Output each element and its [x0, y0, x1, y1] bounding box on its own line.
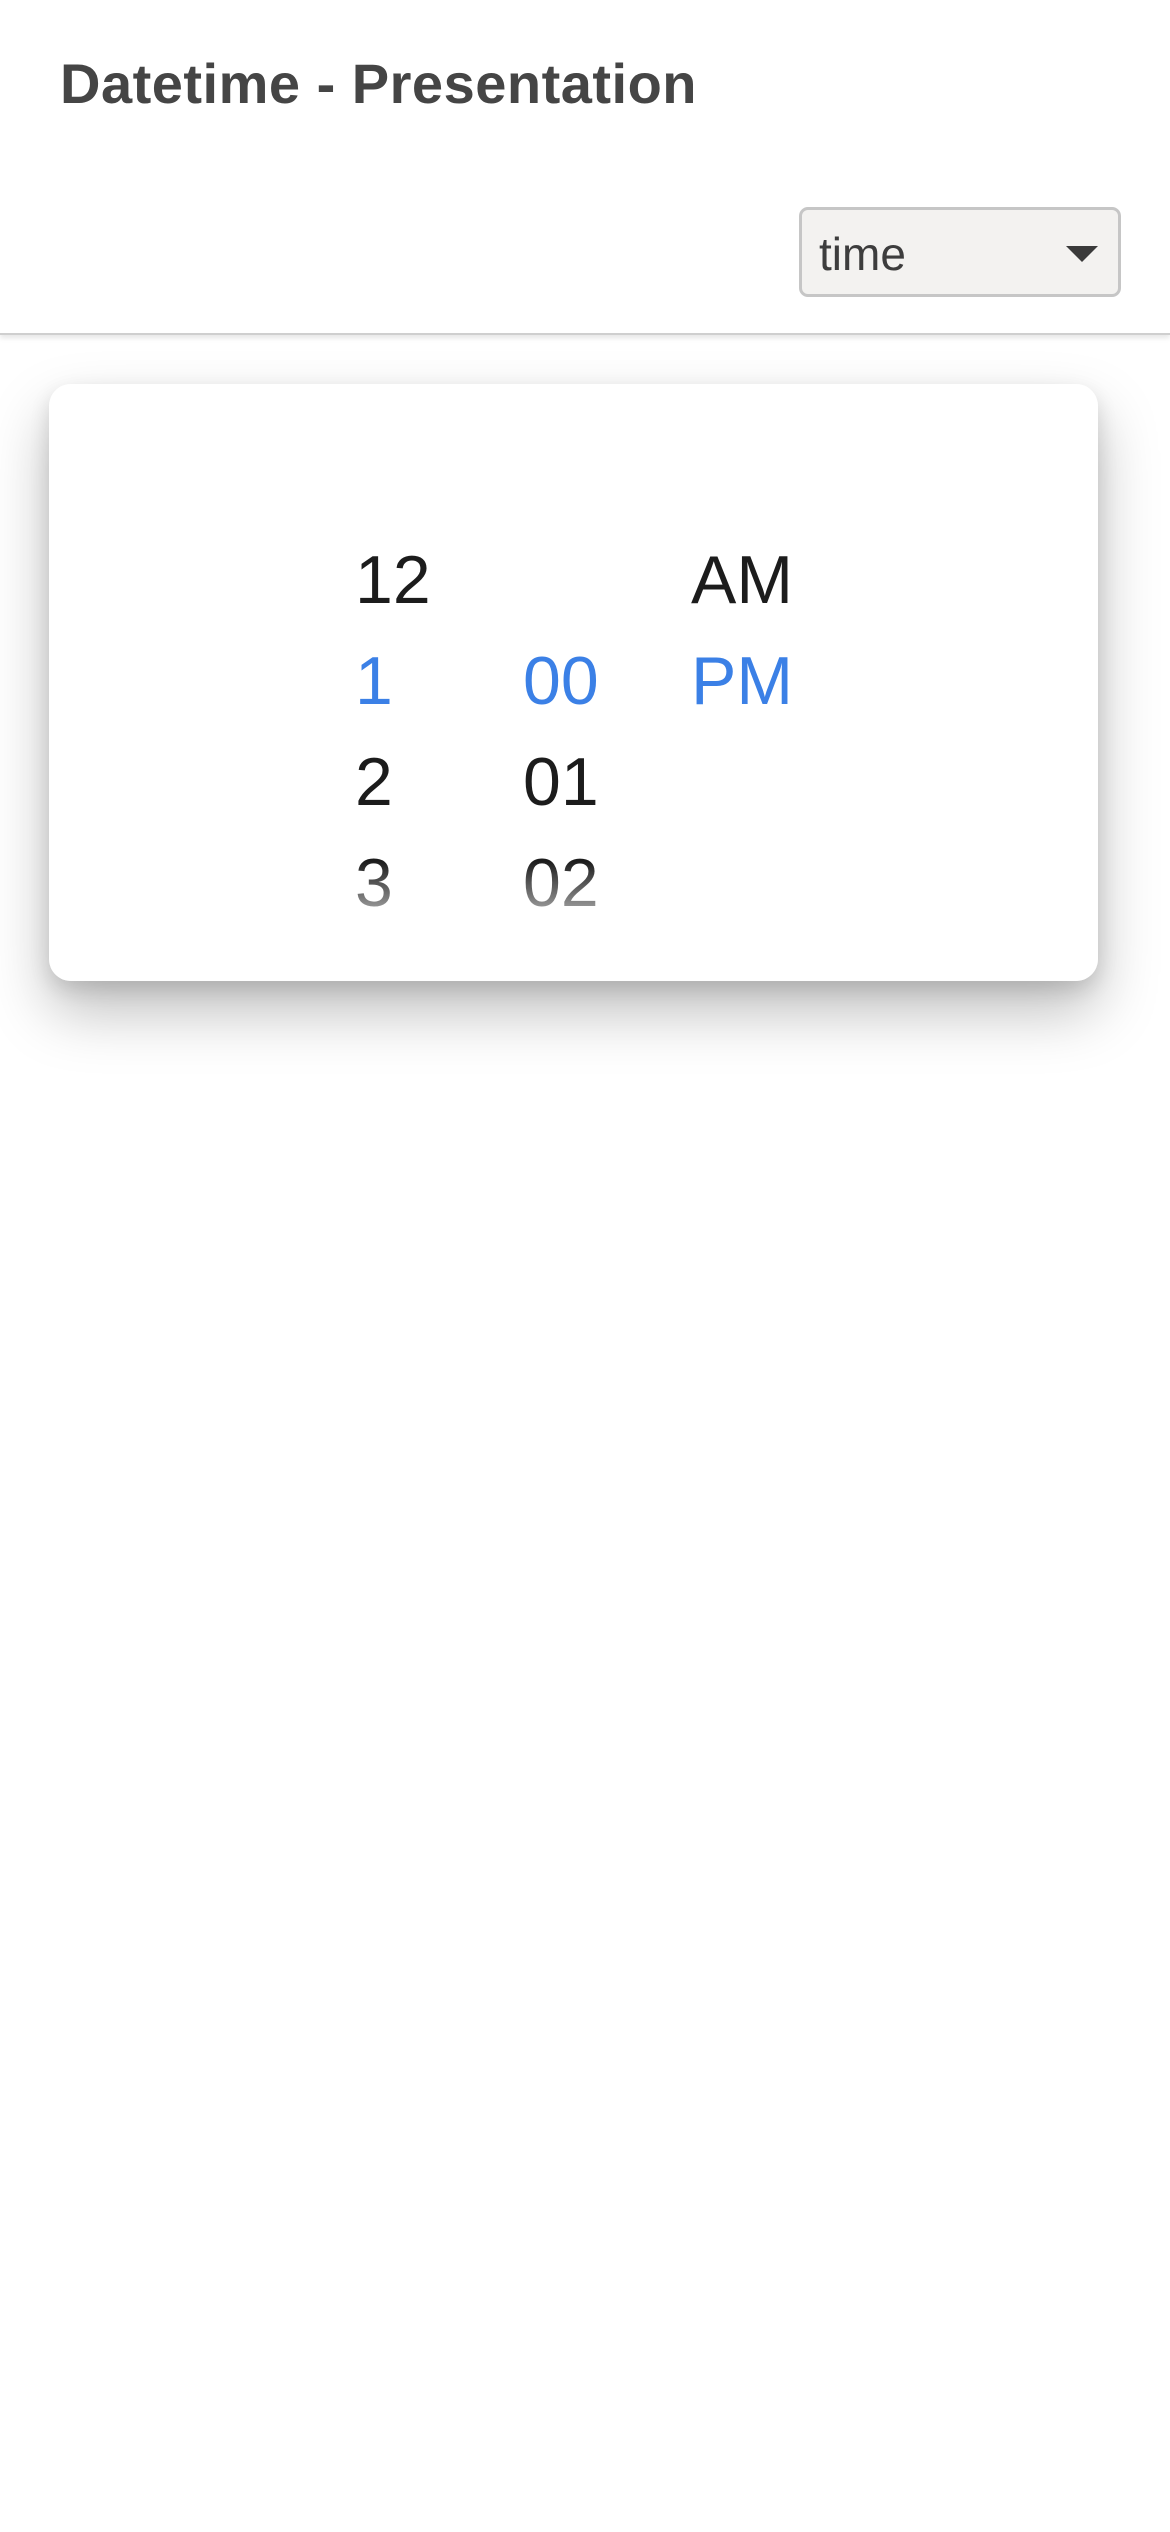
period-option-selected[interactable]: PM: [691, 641, 793, 721]
hour-option-selected[interactable]: 1: [355, 641, 393, 721]
hour-option[interactable]: 2: [355, 742, 393, 822]
hour-option[interactable]: 3: [355, 843, 393, 923]
presentation-select[interactable]: time: [799, 207, 1121, 297]
period-option[interactable]: AM: [691, 540, 793, 620]
time-picker: 12 1 2 3 00 01 02 AM PM: [49, 384, 1098, 981]
caret-down-icon: [1066, 246, 1098, 262]
toolbar-header: Datetime - Presentation time: [0, 0, 1170, 335]
minute-option[interactable]: 01: [523, 742, 599, 822]
minute-option[interactable]: 02: [523, 843, 599, 923]
hour-option[interactable]: 12: [355, 540, 431, 620]
period-column[interactable]: AM PM: [691, 384, 891, 981]
page-title: Datetime - Presentation: [60, 52, 697, 115]
minute-option-selected[interactable]: 00: [523, 641, 599, 721]
hour-column[interactable]: 12 1 2 3: [355, 384, 505, 981]
minute-column[interactable]: 00 01 02: [523, 384, 673, 981]
presentation-select-value: time: [819, 228, 906, 280]
